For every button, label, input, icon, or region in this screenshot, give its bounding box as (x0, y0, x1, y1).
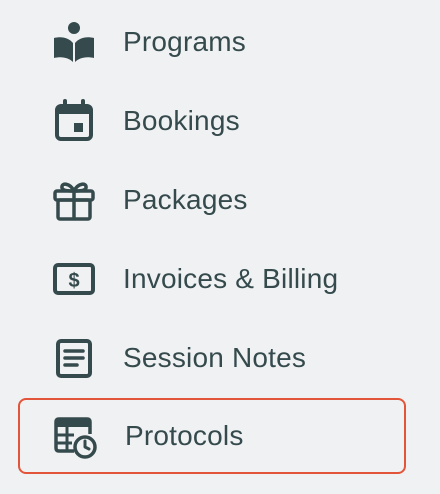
sidebar-nav: Programs Bookings Packages $ Invoices & … (0, 0, 440, 494)
calendar-icon (50, 97, 98, 145)
sidebar-item-label: Programs (123, 26, 246, 57)
book-reader-icon (50, 18, 98, 66)
sidebar-item-label: Bookings (123, 105, 240, 136)
notes-icon (50, 334, 98, 382)
sidebar-item-programs[interactable]: Programs (18, 4, 406, 80)
gift-icon (50, 176, 98, 224)
invoice-dollar-icon: $ (50, 255, 98, 303)
sidebar-item-packages[interactable]: Packages (18, 162, 406, 238)
sidebar-item-bookings[interactable]: Bookings (18, 83, 406, 159)
protocol-schedule-icon (50, 412, 98, 460)
sidebar-item-label: Invoices & Billing (123, 263, 339, 294)
partial-item-icon (66, 488, 76, 494)
sidebar-item-label: Packages (123, 184, 248, 215)
svg-text:$: $ (68, 270, 79, 292)
sidebar-item-invoices-billing[interactable]: $ Invoices & Billing (18, 241, 406, 317)
sidebar-item-label: Session Notes (123, 342, 307, 373)
sidebar-item-label: Protocols (125, 420, 244, 451)
sidebar-item-partial[interactable] (18, 488, 78, 494)
sidebar-item-session-notes[interactable]: Session Notes (18, 320, 406, 396)
sidebar-item-protocols[interactable]: Protocols (18, 398, 406, 474)
